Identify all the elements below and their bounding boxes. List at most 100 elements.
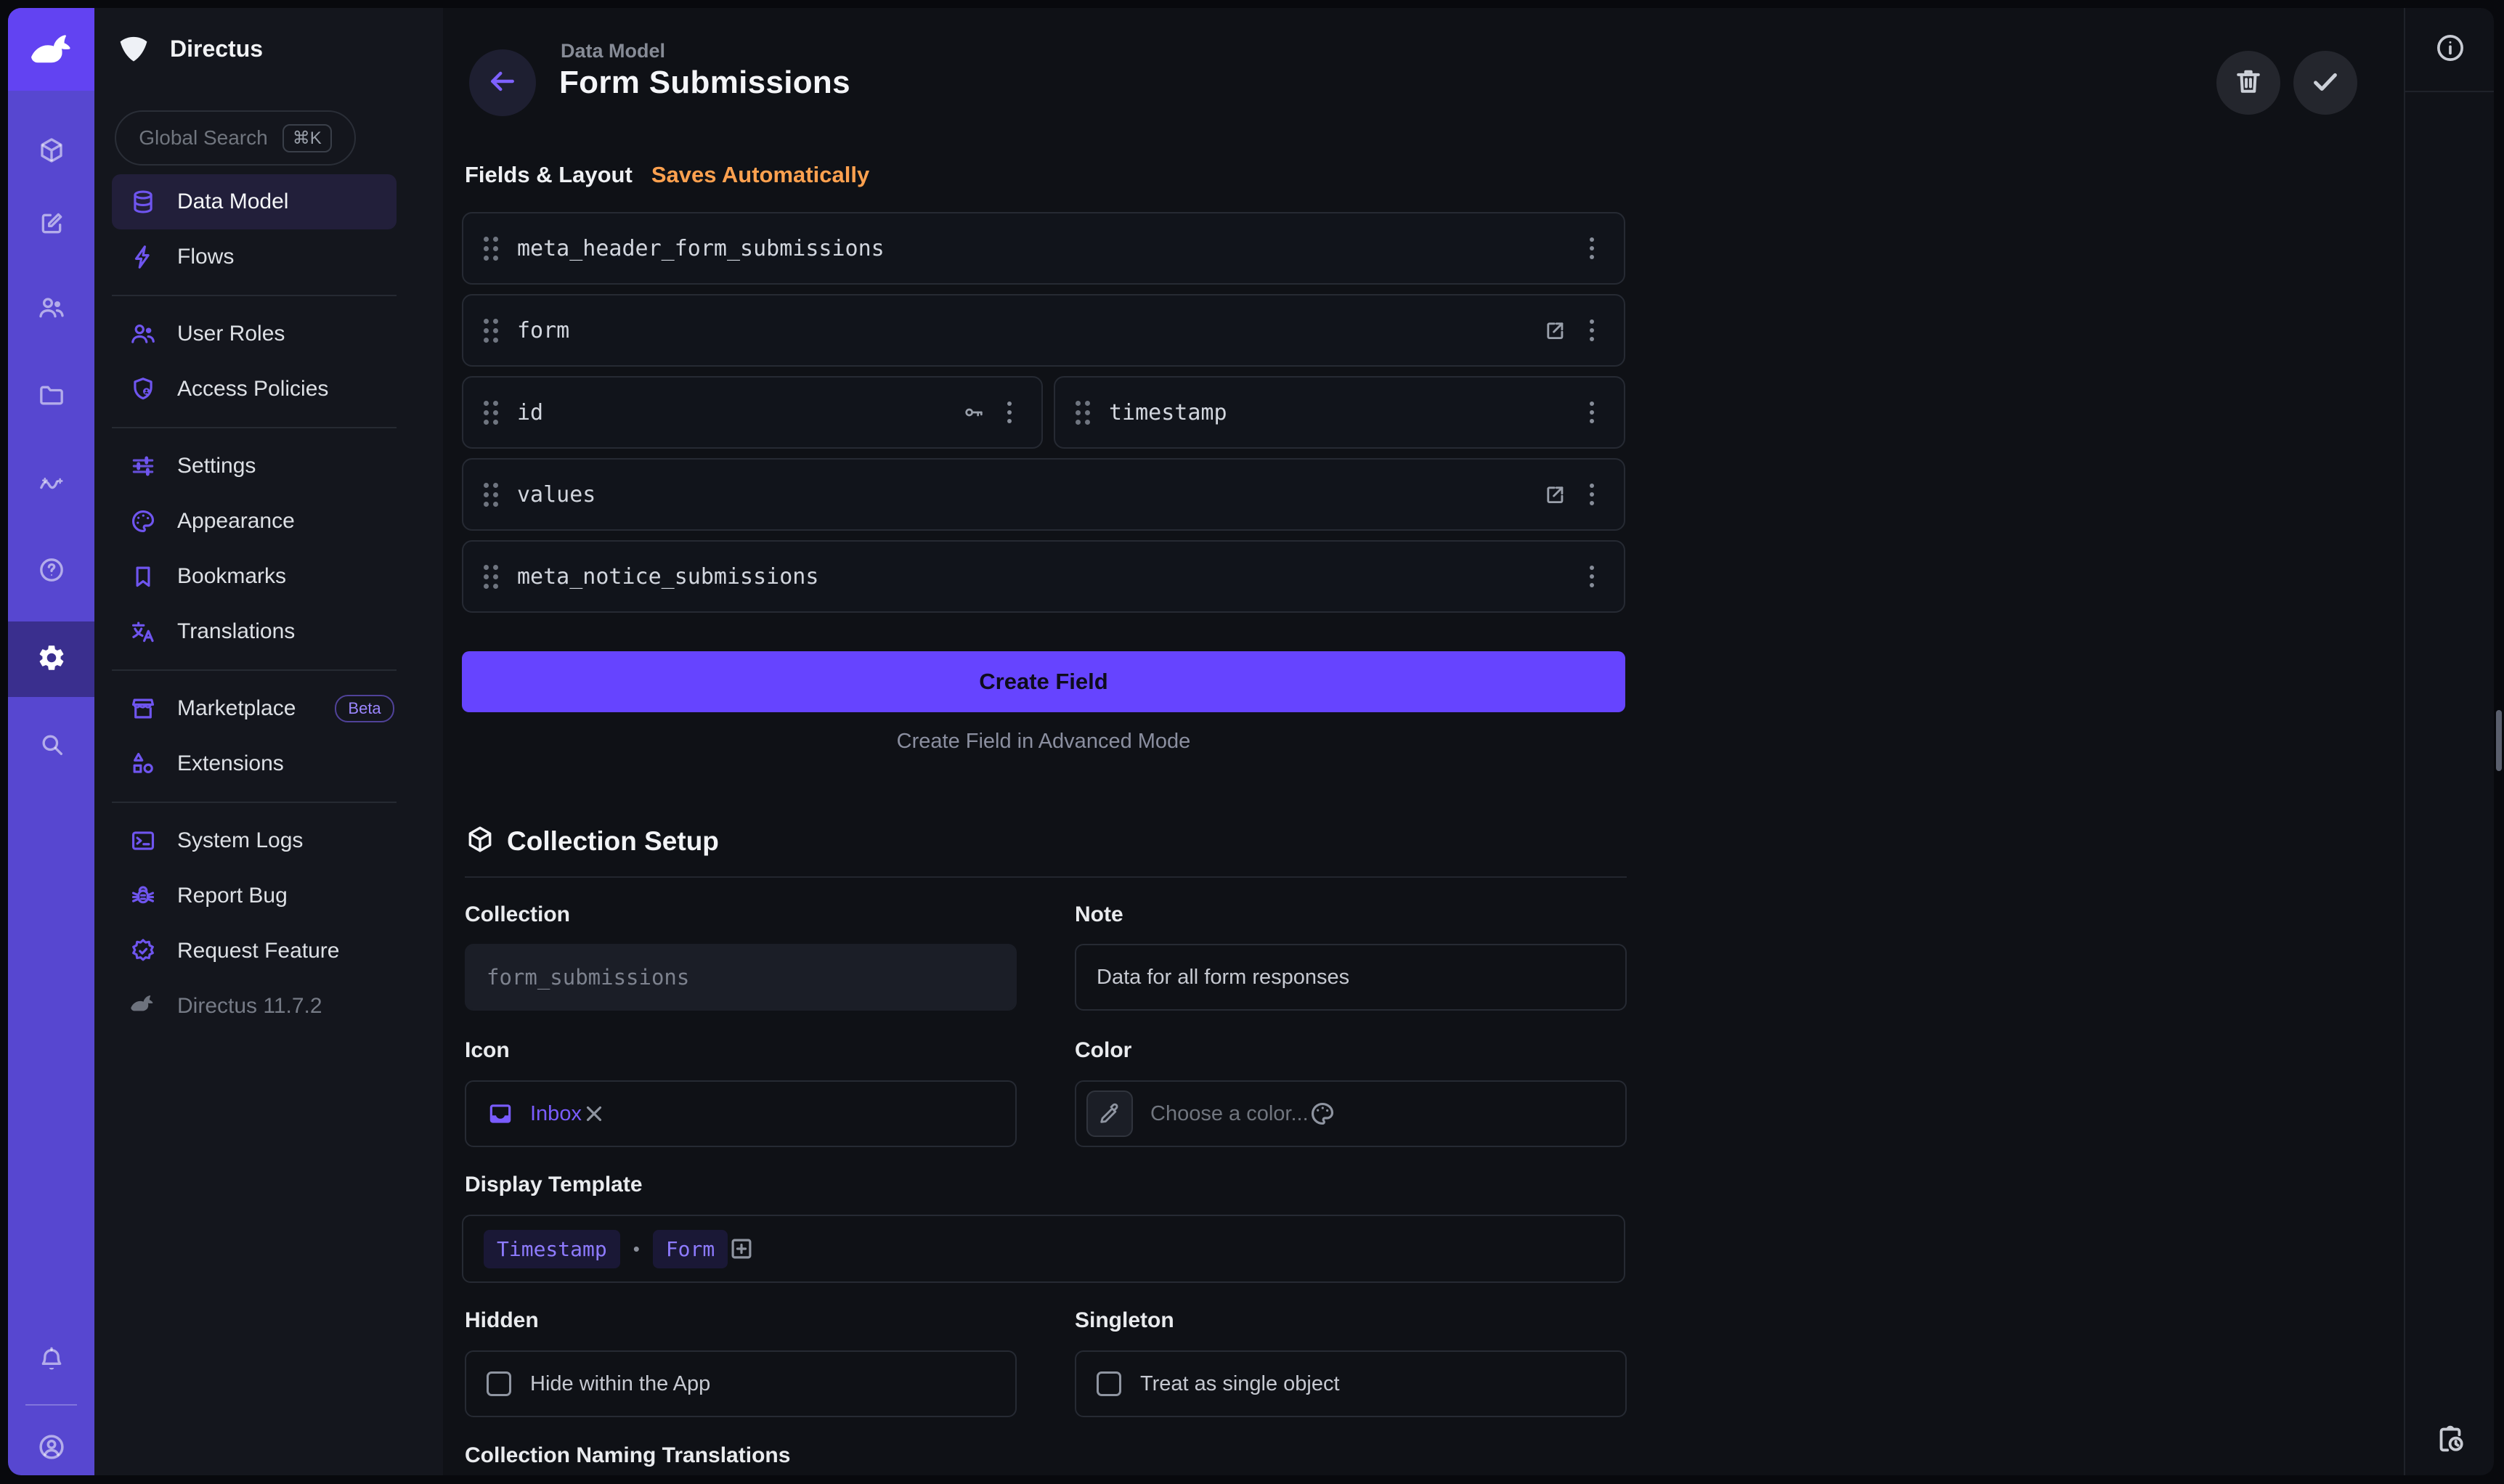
field-menu-icon[interactable] [995,401,1024,423]
nav-item-bookmarks[interactable]: Bookmarks [112,549,397,604]
delete-collection-button[interactable] [2216,51,2280,115]
nav-list: Data Model Flows User Roles Access Polic… [112,174,397,1034]
bell-icon [37,1345,66,1378]
drag-handle-icon[interactable] [484,319,498,343]
field-row-meta-header[interactable]: meta_header_form_submissions [462,212,1625,285]
module-file-library[interactable] [8,359,94,435]
external-link-icon[interactable] [1542,482,1567,507]
nav-item-system-logs[interactable]: System Logs [112,813,397,868]
field-row-form[interactable]: form [462,294,1625,367]
app-frame: Directus Global Search ⌘K Data Model Flo… [8,8,2494,1475]
nav-item-label: Request Feature [177,939,339,963]
eyedropper-icon[interactable] [1086,1090,1133,1137]
module-user-directory[interactable] [8,272,94,347]
tune-icon [129,452,157,480]
nav-item-appearance[interactable]: Appearance [112,494,397,549]
hidden-checkbox-row[interactable]: Hide within the App [465,1350,1017,1417]
hidden-checkbox-label: Hide within the App [530,1372,710,1396]
terminal-icon [129,827,157,855]
field-menu-icon[interactable] [1577,484,1606,505]
collection-name-value: form_submissions [487,965,689,990]
singleton-checkbox-row[interactable]: Treat as single object [1075,1350,1627,1417]
app-window: Directus Global Search ⌘K Data Model Flo… [0,0,2504,1484]
project-header[interactable]: Directus [115,28,263,70]
bookmark-icon [129,563,157,590]
extensions-icon [129,750,157,778]
nav-item-request-feature[interactable]: Request Feature [112,924,397,979]
module-insights[interactable] [8,447,94,522]
breadcrumb[interactable]: Data Model [561,40,665,62]
nav-divider [112,295,397,296]
nav-item-extensions[interactable]: Extensions [112,736,397,791]
create-field-button[interactable]: Create Field [462,651,1625,712]
field-menu-icon[interactable] [1577,566,1606,587]
field-menu-icon[interactable] [1577,319,1606,341]
nav-item-label: Data Model [177,189,288,214]
revisions-sidebar-button[interactable] [2405,1416,2494,1464]
users-icon [37,293,66,326]
key-icon [962,401,985,424]
close-icon[interactable] [582,1101,606,1126]
insights-icon [37,468,66,501]
page-scrollbar[interactable] [2496,710,2502,771]
drag-handle-icon[interactable] [484,401,498,425]
drag-handle-icon[interactable] [1076,401,1090,425]
drag-handle-icon[interactable] [484,565,498,589]
nav-item-label: System Logs [177,828,303,853]
icon-value: Inbox [530,1102,582,1126]
module-editor[interactable] [8,187,94,263]
arrow-left-icon [487,65,519,101]
template-chip-form[interactable]: Form [653,1230,728,1268]
palette-icon[interactable] [1309,1100,1336,1128]
display-template-input[interactable]: Timestamp • Form [462,1215,1625,1283]
field-menu-icon[interactable] [1577,237,1606,259]
back-button[interactable] [469,49,536,116]
drag-handle-icon[interactable] [484,483,498,507]
field-row-meta-notice[interactable]: meta_notice_submissions [462,540,1625,613]
note-input[interactable]: Data for all form responses [1075,944,1627,1011]
nav-item-user-roles[interactable]: User Roles [112,306,397,362]
nav-item-translations[interactable]: Translations [112,604,397,659]
fields-layout-header: Fields & Layout Saves Automatically [465,162,869,188]
user-avatar-icon [36,1432,67,1466]
nav-item-report-bug[interactable]: Report Bug [112,868,397,924]
translate-icon [129,618,157,645]
nav-item-access-policies[interactable]: Access Policies [112,362,397,417]
template-separator: • [633,1238,640,1260]
module-help[interactable] [8,534,94,609]
note-field-label: Note [1075,902,1123,927]
global-search-input[interactable]: Global Search ⌘K [115,110,356,166]
icon-select[interactable]: Inbox [465,1080,1017,1147]
nav-item-marketplace[interactable]: Marketplace Beta [112,681,397,736]
drag-handle-icon[interactable] [484,237,498,261]
nav-item-settings[interactable]: Settings [112,439,397,494]
account-button[interactable] [8,1411,94,1475]
page-title: Form Submissions [559,65,850,101]
advanced-mode-link[interactable]: Create Field in Advanced Mode [462,730,1625,754]
module-settings[interactable] [8,621,94,697]
nav-item-flows[interactable]: Flows [112,229,397,285]
info-icon [2434,32,2466,68]
nav-item-data-model[interactable]: Data Model [112,174,397,229]
version-label: Directus 11.7.2 [112,979,397,1034]
field-row-id[interactable]: id [462,376,1043,449]
gear-icon [36,643,67,677]
module-content[interactable] [8,114,94,189]
field-menu-icon[interactable] [1577,401,1606,423]
checkbox-unchecked-icon[interactable] [487,1371,511,1396]
field-row-timestamp[interactable]: timestamp [1054,376,1625,449]
checkbox-unchecked-icon[interactable] [1097,1371,1121,1396]
clipboard-clock-icon [2434,1422,2467,1459]
info-sidebar-button[interactable] [2405,25,2494,73]
add-box-icon[interactable] [728,1235,755,1263]
external-link-icon[interactable] [1542,318,1567,343]
notifications-button[interactable] [8,1324,94,1399]
singleton-field-label: Singleton [1075,1308,1174,1333]
search-placeholder: Global Search [139,126,267,150]
logo-button[interactable] [8,8,94,91]
field-row-values[interactable]: values [462,458,1625,531]
color-input[interactable]: Choose a color... [1075,1080,1627,1147]
template-chip-timestamp[interactable]: Timestamp [484,1230,620,1268]
module-search[interactable] [8,708,94,783]
save-button[interactable] [2293,51,2357,115]
